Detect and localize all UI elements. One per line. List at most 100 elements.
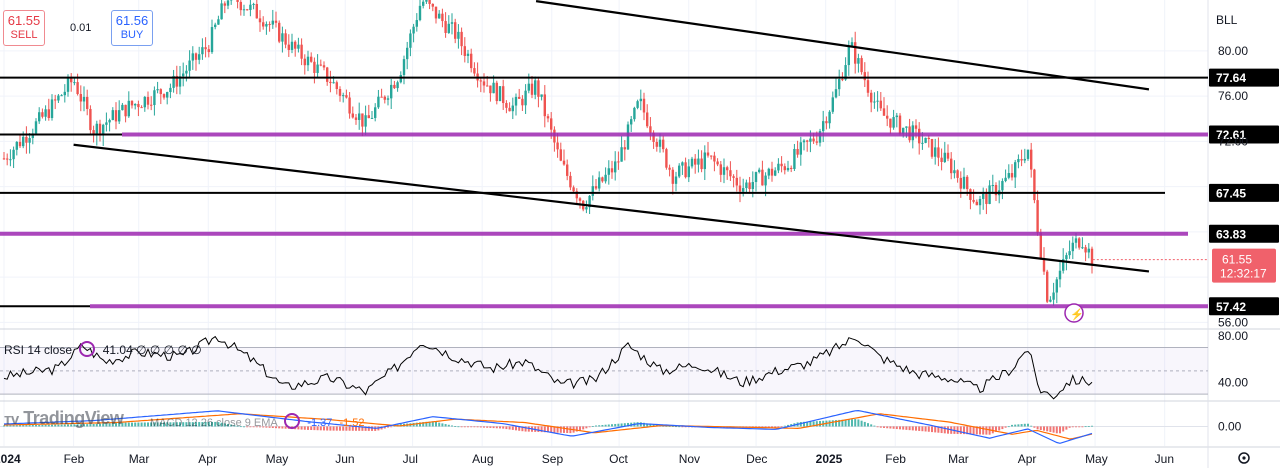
macd-histogram-bar xyxy=(566,426,569,434)
candle-body xyxy=(358,113,361,120)
candle-body xyxy=(1001,181,1004,191)
candle-body xyxy=(150,104,153,106)
macd-histogram-bar xyxy=(889,426,892,429)
candle-body xyxy=(636,101,639,108)
candle-body xyxy=(706,152,710,156)
candle-body xyxy=(687,166,690,178)
candle-body xyxy=(857,58,860,64)
macd-histogram-bar xyxy=(1075,426,1077,428)
candle-body xyxy=(169,87,172,93)
macd-histogram-bar xyxy=(1071,426,1074,428)
candle-body xyxy=(703,152,706,170)
chart-canvas[interactable]: 77.6472.6167.4563.8357.4280.0076.0072.00… xyxy=(0,0,1280,468)
buy-button[interactable]: 61.56 BUY xyxy=(111,10,153,46)
candle-body xyxy=(438,13,441,19)
macd-histogram-bar xyxy=(1087,426,1090,427)
macd-histogram-bar xyxy=(598,425,601,427)
candle-body xyxy=(668,167,671,170)
candle-body xyxy=(569,175,572,188)
candle-body xyxy=(697,158,700,165)
candle-body xyxy=(601,177,604,182)
candle-body xyxy=(377,96,380,108)
macd-histogram-bar xyxy=(601,424,604,427)
candle-body xyxy=(335,82,338,90)
candle-body xyxy=(322,65,326,68)
macd-histogram-bar xyxy=(467,426,469,428)
macd-histogram-bar xyxy=(607,424,610,427)
candle-body xyxy=(326,67,329,82)
macd-histogram-bar xyxy=(1011,424,1013,427)
candle-body xyxy=(1014,162,1017,178)
macd-histogram-bar xyxy=(1065,426,1068,430)
candle-body xyxy=(278,22,281,42)
candle-body xyxy=(294,41,297,49)
candle-body xyxy=(473,68,476,74)
candle-body xyxy=(281,33,284,42)
candle-body xyxy=(953,170,956,174)
candle-body xyxy=(556,142,559,150)
candle-body xyxy=(886,115,889,119)
rsi-settings-icon[interactable] xyxy=(79,341,96,357)
candle-body xyxy=(1084,247,1087,253)
macd-settings-icon[interactable] xyxy=(284,413,301,429)
candle-body xyxy=(892,117,895,128)
candle-body xyxy=(799,142,802,155)
macd-legend[interactable]: MACD 12 26 close 9 EMA -1.37 -1.52 xyxy=(150,413,365,430)
candle-body xyxy=(681,162,684,166)
macd-histogram-bar xyxy=(998,426,1001,431)
time-tick-label: Mar xyxy=(129,452,150,466)
macd-histogram-bar xyxy=(483,426,485,428)
macd-histogram-bar xyxy=(1078,426,1081,428)
candle-body xyxy=(658,139,662,147)
candle-body xyxy=(921,142,924,144)
macd-histogram-bar xyxy=(943,426,946,434)
candle-body xyxy=(860,58,863,73)
macd-histogram-bar xyxy=(1059,426,1061,434)
macd-histogram-bar xyxy=(143,422,146,427)
candle-body xyxy=(498,86,502,102)
candle-body xyxy=(1087,248,1090,253)
candle-body xyxy=(700,158,703,170)
candle-body xyxy=(338,89,342,96)
macd-histogram-bar xyxy=(1030,425,1033,427)
macd-histogram-bar xyxy=(537,426,540,432)
candle-body xyxy=(98,123,102,135)
candle-body xyxy=(786,167,790,171)
macd-histogram-bar xyxy=(886,426,889,429)
candle-body xyxy=(1046,271,1049,302)
candle-body xyxy=(415,20,418,27)
macd-histogram-bar xyxy=(1062,426,1065,432)
macd-histogram-bar xyxy=(899,426,901,430)
candle-body xyxy=(777,163,780,171)
candle-body xyxy=(985,193,988,204)
macd-value: -1.37 xyxy=(307,417,333,429)
candle-body xyxy=(265,24,268,27)
candle-body xyxy=(738,185,742,192)
candle-body xyxy=(82,96,86,102)
macd-histogram-bar xyxy=(959,426,962,435)
time-tick-label: Feb xyxy=(885,452,906,466)
candle-body xyxy=(950,158,953,174)
sell-button[interactable]: 61.55 SELL xyxy=(3,10,45,46)
candle-body xyxy=(924,137,927,143)
candle-body xyxy=(796,148,799,155)
macd-histogram-bar xyxy=(972,426,975,435)
candle-body xyxy=(140,107,143,109)
candle-body xyxy=(143,96,146,108)
candle-body xyxy=(1036,200,1039,233)
candle-body xyxy=(191,53,194,61)
macd-histogram-bar xyxy=(508,426,511,430)
macd-histogram-bar xyxy=(451,425,453,427)
candle-body xyxy=(329,81,332,84)
macd-histogram-bar xyxy=(441,423,444,427)
macd-histogram-bar xyxy=(371,426,373,431)
candle-body xyxy=(831,97,834,112)
macd-histogram-bar xyxy=(463,426,466,428)
macd-histogram-bar xyxy=(1046,426,1049,432)
candle-body xyxy=(870,92,873,103)
candle-body xyxy=(466,53,470,56)
candle-body xyxy=(578,198,582,201)
rsi-legend[interactable]: RSI 14 close 41.04 ∅ ∅ ∅ ∅ ∅ xyxy=(4,341,202,357)
candle-body xyxy=(428,0,431,4)
candle-body xyxy=(73,82,76,84)
